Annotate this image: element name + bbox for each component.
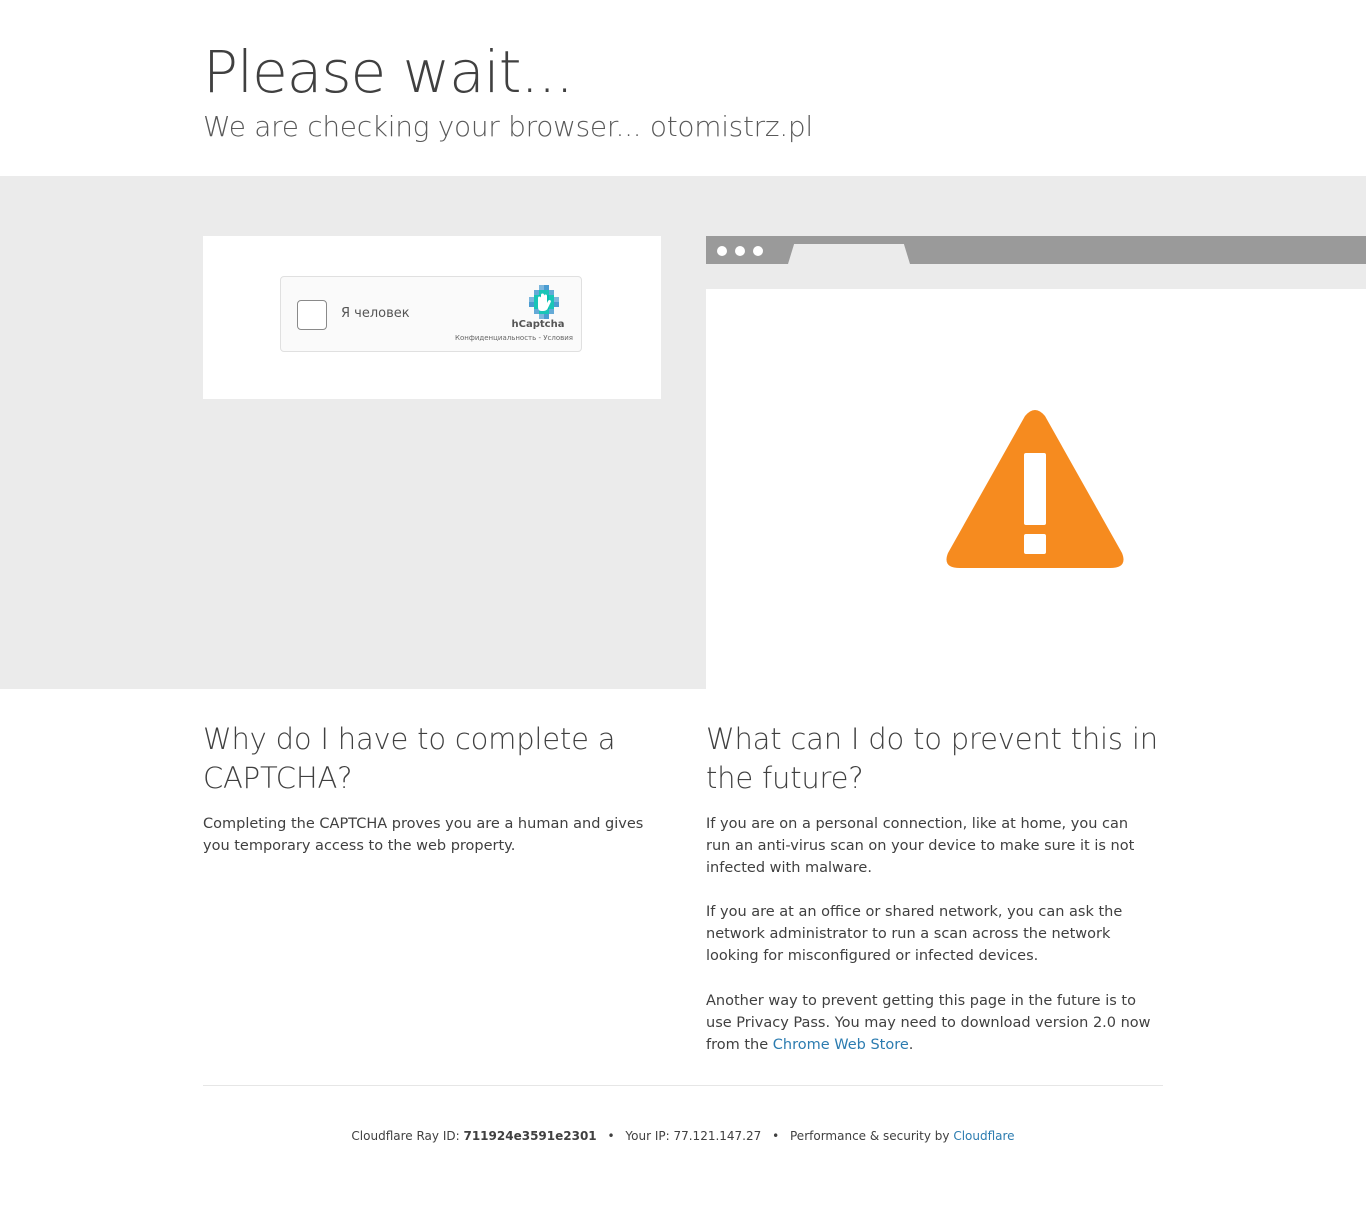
hcaptcha-widget[interactable]: Я человек hCaptcha Конфиденциальность - … — [280, 276, 582, 352]
why-body: Completing the CAPTCHA proves you are a … — [203, 816, 644, 854]
prevent-paragraph-3-end: . — [908, 1037, 914, 1053]
chrome-web-store-link[interactable]: Chrome Web Store — [773, 1037, 909, 1053]
footer: Cloudflare Ray ID: 711924e3591e2301 • Yo… — [0, 1129, 1366, 1143]
hcaptcha-links: Конфиденциальность - Условия — [449, 334, 573, 342]
header: Please wait... We are checking your brow… — [0, 0, 1366, 176]
hcaptcha-hand-icon — [529, 285, 559, 319]
page-subtitle: We are checking your browser... otomistr… — [203, 110, 813, 143]
browser-dot-icon — [753, 246, 763, 256]
browser-toolbar — [706, 264, 1366, 289]
footer-separator: • — [772, 1129, 780, 1143]
browser-tab-shape — [788, 244, 910, 264]
prevent-paragraph-3: Another way to prevent getting this page… — [706, 990, 1156, 1056]
footer-divider — [203, 1085, 1163, 1086]
human-checkbox[interactable] — [297, 300, 327, 330]
ip-address: 77.121.147.27 — [673, 1129, 762, 1143]
terms-link[interactable]: Условия — [543, 334, 573, 342]
prevent-paragraph-1: If you are on a personal connection, lik… — [706, 816, 1135, 876]
why-heading: Why do I have to complete a CAPTCHA? — [203, 722, 616, 795]
cloudflare-link[interactable]: Cloudflare — [953, 1129, 1014, 1143]
browser-dot-icon — [717, 246, 727, 256]
warning-triangle-icon — [946, 410, 1124, 568]
prevent-heading: What can I do to prevent this in the fut… — [706, 722, 1158, 795]
prevent-paragraph-2: If you are at an office or shared networ… — [706, 904, 1123, 964]
performance-label: Performance & security by — [790, 1129, 950, 1143]
ip-label: Your IP: — [625, 1129, 670, 1143]
human-checkbox-label: Я человек — [341, 306, 410, 321]
privacy-link[interactable]: Конфиденциальность — [455, 334, 536, 342]
ray-id-label: Cloudflare Ray ID: — [351, 1129, 460, 1143]
ray-id: 711924e3591e2301 — [463, 1129, 597, 1143]
footer-separator: • — [607, 1129, 615, 1143]
page-title: Please wait... — [203, 38, 574, 106]
browser-dot-icon — [735, 246, 745, 256]
hcaptcha-brand: hCaptcha — [511, 319, 565, 330]
